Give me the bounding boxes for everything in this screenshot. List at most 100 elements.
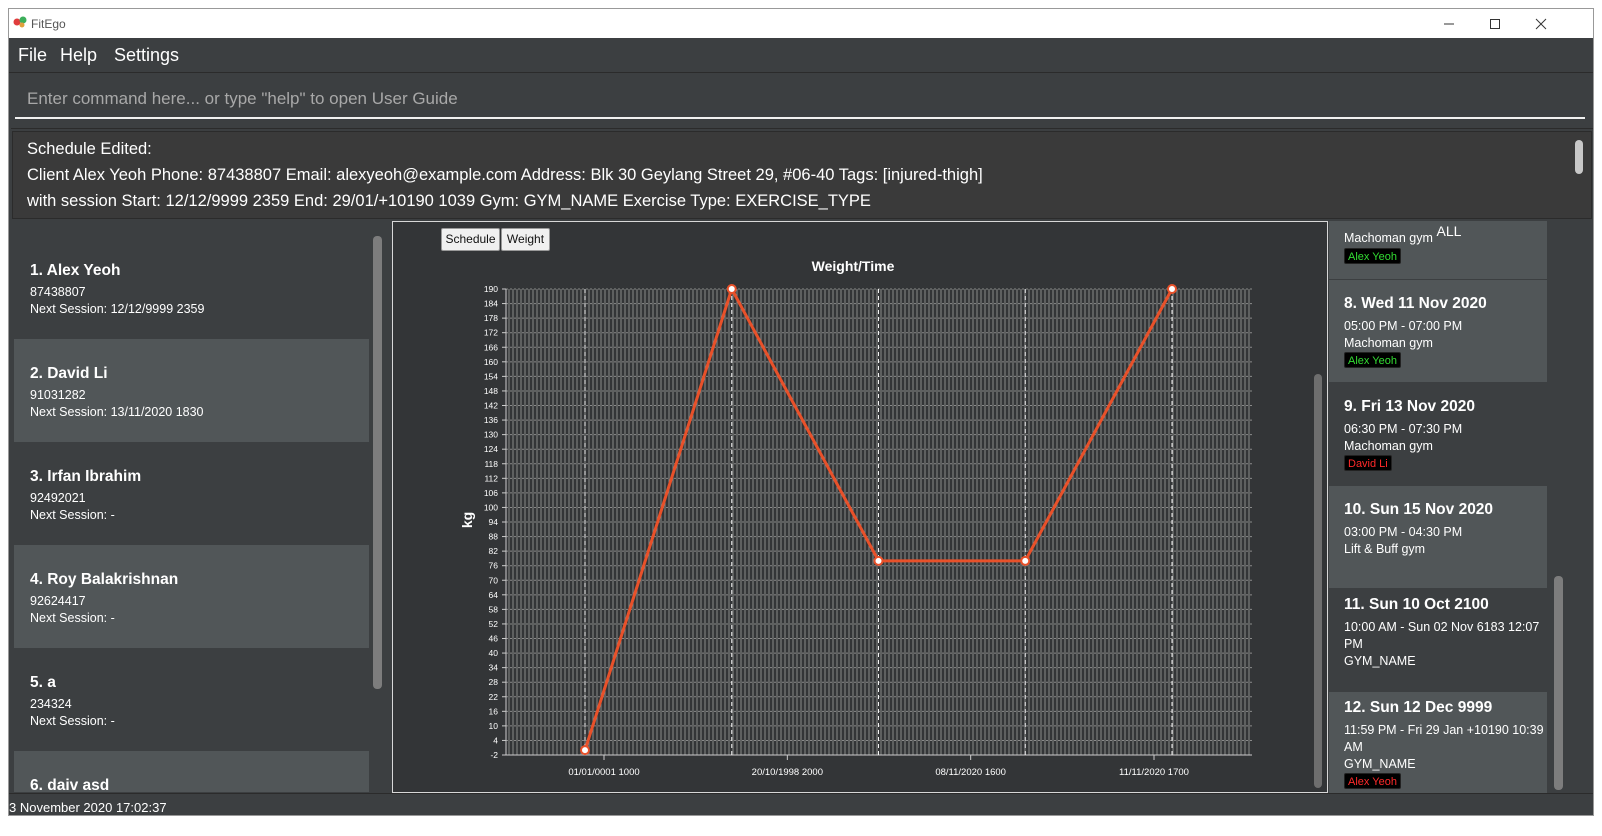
y-tick-label: 58	[489, 604, 499, 614]
client-name: 5. a	[30, 674, 56, 691]
menu-bar: File Help Settings	[9, 38, 1593, 73]
schedule-filter-label: ALL	[1436, 223, 1462, 239]
client-next-session: Next Session: 12/12/9999 2359	[30, 302, 205, 316]
y-tick-label: 40	[489, 648, 499, 658]
y-tick-label: 94	[489, 517, 499, 527]
y-tick-label: 178	[484, 313, 498, 323]
schedule-list: ALL Machoman gym Alex Yeoh 8. Wed 11 Nov…	[1329, 221, 1569, 793]
y-tick-label: 142	[484, 401, 498, 411]
client-phone: 234324	[30, 697, 72, 711]
schedule-time: 05:00 PM - 07:00 PM	[1344, 319, 1463, 333]
y-tick-label: 16	[489, 706, 499, 716]
result-line-3: with session Start: 12/12/9999 2359 End:…	[27, 192, 871, 210]
result-scrollbar[interactable]	[1575, 140, 1583, 174]
schedule-title: 12. Sun 12 Dec 9999	[1344, 699, 1493, 716]
window-title: FitEgo	[31, 17, 66, 31]
y-tick-label: 88	[489, 532, 499, 542]
y-tick-label: 70	[489, 575, 499, 585]
x-tick-label: 01/01/0001 1000	[568, 767, 639, 778]
schedule-gym: Machoman gym	[1344, 439, 1433, 453]
y-tick-label: 112	[484, 473, 498, 483]
menu-help[interactable]: Help	[60, 45, 97, 66]
schedule-time: 10:00 AM - Sun 02 Nov 6183 12:07 PM	[1344, 620, 1540, 651]
app-logo-icon	[13, 16, 27, 28]
y-tick-label: 124	[484, 444, 498, 454]
y-tick-label: 148	[484, 386, 498, 396]
schedule-title: 10. Sun 15 Nov 2020	[1344, 501, 1494, 518]
y-tick-label: 100	[484, 502, 498, 512]
x-tick-label: 08/11/2020 1600	[935, 767, 1006, 778]
client-card[interactable]: 1. Alex Yeoh 87438807 Next Session: 12/1…	[14, 236, 369, 339]
client-tag: Alex Yeoh	[1344, 352, 1401, 368]
y-tick-label: 190	[484, 284, 498, 294]
data-point	[580, 745, 590, 756]
schedule-card[interactable]: 12. Sun 12 Dec 9999 11:59 PM - Fri 29 Ja…	[1329, 692, 1547, 793]
client-list-scrollbar[interactable]	[373, 236, 382, 689]
client-phone: 92624417	[30, 594, 86, 608]
y-tick-label: 28	[489, 677, 499, 687]
schedule-time: 06:30 PM - 07:30 PM	[1344, 422, 1463, 436]
y-tick-label: 34	[489, 663, 499, 673]
menu-settings[interactable]: Settings	[114, 45, 179, 66]
chart-title: Weight/Time	[812, 258, 895, 274]
client-next-session: Next Session: 13/11/2020 1830	[30, 405, 204, 419]
status-datetime: 3 November 2020 17:02:37	[9, 800, 167, 815]
maximize-button[interactable]	[1472, 9, 1518, 38]
schedule-card[interactable]: 9. Fri 13 Nov 2020 06:30 PM - 07:30 PM M…	[1329, 383, 1547, 485]
y-tick-label: 52	[489, 619, 499, 629]
command-input[interactable]	[15, 81, 1585, 119]
y-tick-label: 184	[484, 299, 498, 309]
app-window: FitEgo File Help Settings Schedule Edite…	[8, 8, 1594, 816]
weight-chart: Weight/Time kg -2 4 10 16 22 28 34 40 46 52 58 64 70…	[459, 258, 1252, 778]
schedule-card[interactable]: 10. Sun 15 Nov 2020 03:00 PM - 04:30 PM …	[1329, 486, 1547, 588]
x-tick-label: 20/10/1998 2000	[752, 767, 823, 778]
schedule-card[interactable]: 11. Sun 10 Oct 2100 10:00 AM - Sun 02 No…	[1329, 589, 1547, 691]
y-tick-label: 64	[489, 590, 499, 600]
close-icon	[1535, 18, 1547, 30]
result-line-2: Client Alex Yeoh Phone: 87438807 Email: …	[27, 166, 983, 184]
data-point	[1167, 284, 1177, 294]
y-tick-label: 10	[489, 721, 499, 731]
client-name: 3. Irfan Ibrahim	[30, 468, 142, 485]
y-tick-label: 4	[493, 735, 498, 745]
schedule-card[interactable]: 8. Wed 11 Nov 2020 05:00 PM - 07:00 PM M…	[1329, 280, 1547, 382]
close-button[interactable]	[1518, 9, 1564, 38]
result-display: Schedule Edited: Client Alex Yeoh Phone:…	[12, 131, 1592, 219]
schedule-gym: GYM_NAME	[1344, 757, 1416, 771]
menu-file[interactable]: File	[18, 45, 47, 66]
y-tick-label: 160	[484, 357, 498, 367]
y-tick-label: 82	[489, 546, 499, 556]
data-point	[726, 284, 737, 294]
client-name: 1. Alex Yeoh	[30, 262, 121, 279]
client-list: 1. Alex Yeoh 87438807 Next Session: 12/1…	[12, 230, 384, 792]
client-name: 6. daiv asd	[30, 777, 110, 792]
client-card[interactable]: 6. daiv asd	[14, 751, 369, 792]
chart-panel: Schedule Weight Weight/Time kg -2 4 10 16 22…	[392, 221, 1328, 793]
schedule-time: 03:00 PM - 04:30 PM	[1344, 525, 1463, 539]
client-next-session: Next Session: -	[30, 714, 115, 728]
client-next-session: Next Session: -	[30, 611, 115, 625]
minimize-button[interactable]	[1426, 9, 1472, 38]
chart-scrollbar[interactable]	[1314, 374, 1322, 788]
data-point	[1020, 555, 1031, 566]
title-bar: FitEgo	[9, 9, 1593, 38]
client-name: 2. David Li	[30, 365, 108, 382]
y-tick-label: 166	[484, 342, 498, 352]
schedule-title: 11. Sun 10 Oct 2100	[1344, 596, 1489, 613]
client-card[interactable]: 5. a 234324 Next Session: -	[14, 648, 369, 751]
client-card[interactable]: 2. David Li 91031282 Next Session: 13/11…	[14, 339, 369, 442]
client-next-session: Next Session: -	[30, 508, 115, 522]
data-point	[873, 555, 884, 566]
client-card[interactable]: 3. Irfan Ibrahim 92492021 Next Session: …	[14, 442, 369, 545]
schedule-scrollbar[interactable]	[1554, 576, 1563, 790]
client-tag: Alex Yeoh	[1344, 248, 1401, 264]
y-tick-label: 46	[489, 634, 499, 644]
minimize-icon	[1444, 23, 1454, 25]
client-tag: Alex Yeoh	[1344, 773, 1401, 789]
client-phone: 91031282	[30, 388, 86, 402]
client-card[interactable]: 4. Roy Balakrishnan 92624417 Next Sessio…	[14, 545, 369, 648]
status-bar: 3 November 2020 17:02:37	[9, 793, 1593, 815]
schedule-gym: GYM_NAME	[1344, 654, 1416, 668]
x-tick-label: 11/11/2020 1700	[1119, 767, 1189, 778]
y-tick-label: 76	[489, 561, 499, 571]
